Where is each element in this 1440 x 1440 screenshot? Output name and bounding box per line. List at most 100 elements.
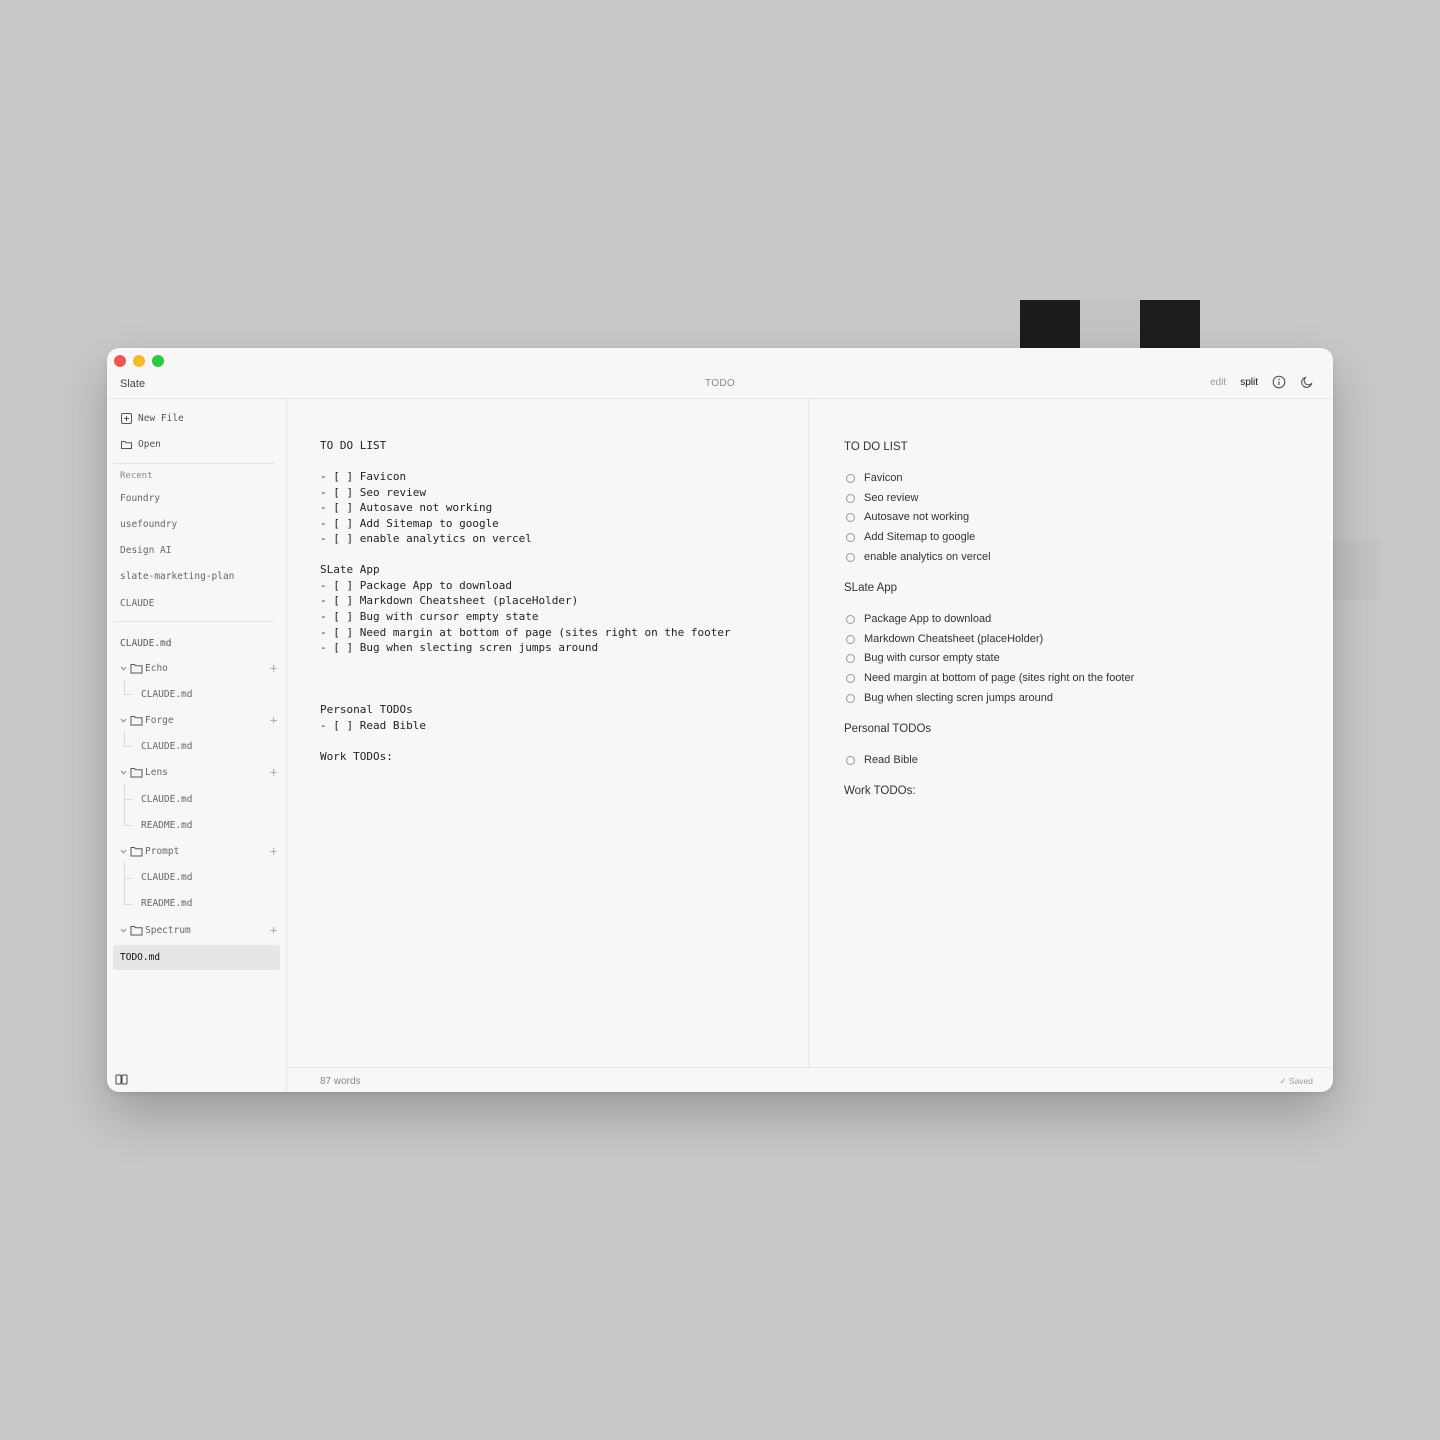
todo-item: Bug when slecting scren jumps around [846, 692, 1053, 704]
file-item[interactable]: CLAUDE.md [120, 638, 171, 649]
add-file-button[interactable]: + [270, 844, 277, 858]
recent-item[interactable]: Foundry [120, 493, 160, 504]
markdown-preview: TO DO LIST Favicon Seo review Autosave n… [810, 399, 1333, 1067]
recent-item[interactable]: CLAUDE [120, 598, 154, 609]
file-item[interactable]: README.md [141, 820, 192, 831]
recent-item[interactable]: usefoundry [120, 519, 177, 530]
editor-line: - [ ] Bug with cursor empty state [320, 610, 539, 623]
todo-item: Need margin at bottom of page (sites rig… [846, 672, 1134, 684]
todo-item: Autosave not working [846, 511, 969, 523]
folder-lens[interactable]: Lens [119, 767, 168, 778]
open-button[interactable]: Open [120, 438, 161, 451]
swatch-dark [1140, 300, 1200, 348]
todo-checkbox[interactable] [846, 512, 855, 522]
preview-heading: Work TODOs: [844, 785, 916, 797]
new-file-label: New File [138, 413, 184, 424]
editor-line: - [ ] Seo review [320, 486, 426, 499]
folder-spectrum[interactable]: Spectrum [119, 925, 191, 936]
todo-label: Add Sitemap to google [864, 531, 976, 543]
traffic-lights [114, 355, 164, 367]
swatch-dark [1020, 300, 1080, 348]
file-item[interactable]: CLAUDE.md [141, 794, 192, 805]
editor-line: Work TODOs: [320, 750, 393, 763]
close-button[interactable] [114, 355, 126, 367]
folder-label: Echo [145, 663, 168, 674]
todo-checkbox[interactable] [846, 653, 855, 663]
edit-mode-button[interactable]: edit [1210, 377, 1226, 388]
chevron-down-icon [120, 770, 127, 775]
document-title: TODO [705, 378, 735, 389]
todo-label: Package App to download [864, 613, 992, 625]
folder-forge[interactable]: Forge [119, 715, 174, 726]
file-item[interactable]: CLAUDE.md [141, 741, 192, 752]
tree-line [124, 783, 125, 825]
todo-checkbox[interactable] [846, 532, 855, 542]
folder-icon [130, 664, 143, 674]
todo-checkbox[interactable] [846, 755, 855, 765]
active-file-item[interactable]: TODO.md [113, 945, 280, 970]
todo-label: Bug with cursor empty state [864, 652, 1000, 664]
open-label: Open [138, 439, 161, 450]
tree-line [124, 679, 125, 694]
todo-label: Bug when slecting scren jumps around [864, 692, 1053, 704]
todo-item: Seo review [846, 492, 918, 504]
recent-item[interactable]: Design AI [120, 545, 171, 556]
todo-label: Seo review [864, 492, 919, 504]
todo-checkbox[interactable] [846, 614, 855, 624]
new-file-button[interactable]: New File [120, 412, 184, 425]
chevron-down-icon [120, 666, 127, 671]
todo-checkbox[interactable] [846, 493, 855, 503]
todo-checkbox[interactable] [846, 552, 855, 562]
swatch-light [1080, 300, 1140, 348]
add-file-button[interactable]: + [270, 713, 277, 727]
recent-item[interactable]: slate-marketing-plan [120, 571, 234, 582]
todo-checkbox[interactable] [846, 673, 855, 683]
folder-label: Prompt [145, 846, 180, 857]
split-mode-button[interactable]: split [1240, 377, 1258, 388]
todo-checkbox[interactable] [846, 473, 855, 483]
titlebar: Slate TODO edit split [107, 348, 1333, 399]
editor-line: SLate App [320, 563, 380, 576]
word-count: 87 words [320, 1076, 361, 1087]
folder-echo[interactable]: Echo [119, 663, 168, 674]
status-bar: 87 words ✓ Saved [287, 1067, 1333, 1092]
sidebar: New File Open Recent Foundry usefoundry … [107, 399, 287, 1092]
todo-label: Autosave not working [864, 511, 970, 523]
file-item[interactable]: CLAUDE.md [141, 872, 192, 883]
add-file-button[interactable]: + [270, 661, 277, 675]
file-item[interactable]: README.md [141, 898, 192, 909]
editor-line: - [ ] Bug when slecting scren jumps arou… [320, 641, 599, 654]
chevron-down-icon [120, 718, 127, 723]
folder-icon [130, 768, 143, 778]
tree-line [124, 904, 132, 905]
tree-line [124, 694, 132, 695]
maximize-button[interactable] [152, 355, 164, 367]
folder-prompt[interactable]: Prompt [119, 846, 179, 857]
preview-heading: Personal TODOs [844, 723, 932, 735]
editor-line: TO DO LIST [320, 439, 387, 452]
todo-checkbox[interactable] [846, 693, 855, 703]
moon-icon[interactable] [1300, 375, 1314, 389]
editor-line: - [ ] Read Bible [320, 719, 426, 732]
folder-icon [121, 441, 132, 449]
todo-checkbox[interactable] [846, 634, 855, 644]
editor-line: - [ ] Need margin at bottom of page (sit… [320, 626, 731, 639]
add-file-button[interactable]: + [270, 923, 277, 937]
todo-item: Bug with cursor empty state [846, 652, 1000, 664]
save-status: ✓ Saved [1279, 1076, 1313, 1086]
editor-line: - [ ] Package App to download [320, 579, 513, 592]
todo-label: Markdown Cheatsheet (placeHolder) [864, 633, 1044, 645]
editor-line: - [ ] Favicon [320, 470, 407, 483]
file-item[interactable]: CLAUDE.md [141, 689, 192, 700]
markdown-editor[interactable]: TO DO LIST - [ ] Favicon - [ ] Seo revie… [287, 399, 809, 1067]
background-shape [1330, 540, 1380, 600]
todo-label: enable analytics on vercel [864, 551, 991, 563]
sidebar-toggle-icon[interactable] [115, 1073, 128, 1086]
minimize-button[interactable] [133, 355, 145, 367]
recent-heading: Recent [120, 471, 153, 481]
editor-line: - [ ] enable analytics on vercel [320, 532, 532, 545]
info-icon[interactable] [1272, 375, 1286, 389]
add-file-button[interactable]: + [270, 765, 277, 779]
folder-label: Lens [145, 767, 168, 778]
todo-label: Favicon [864, 472, 903, 484]
